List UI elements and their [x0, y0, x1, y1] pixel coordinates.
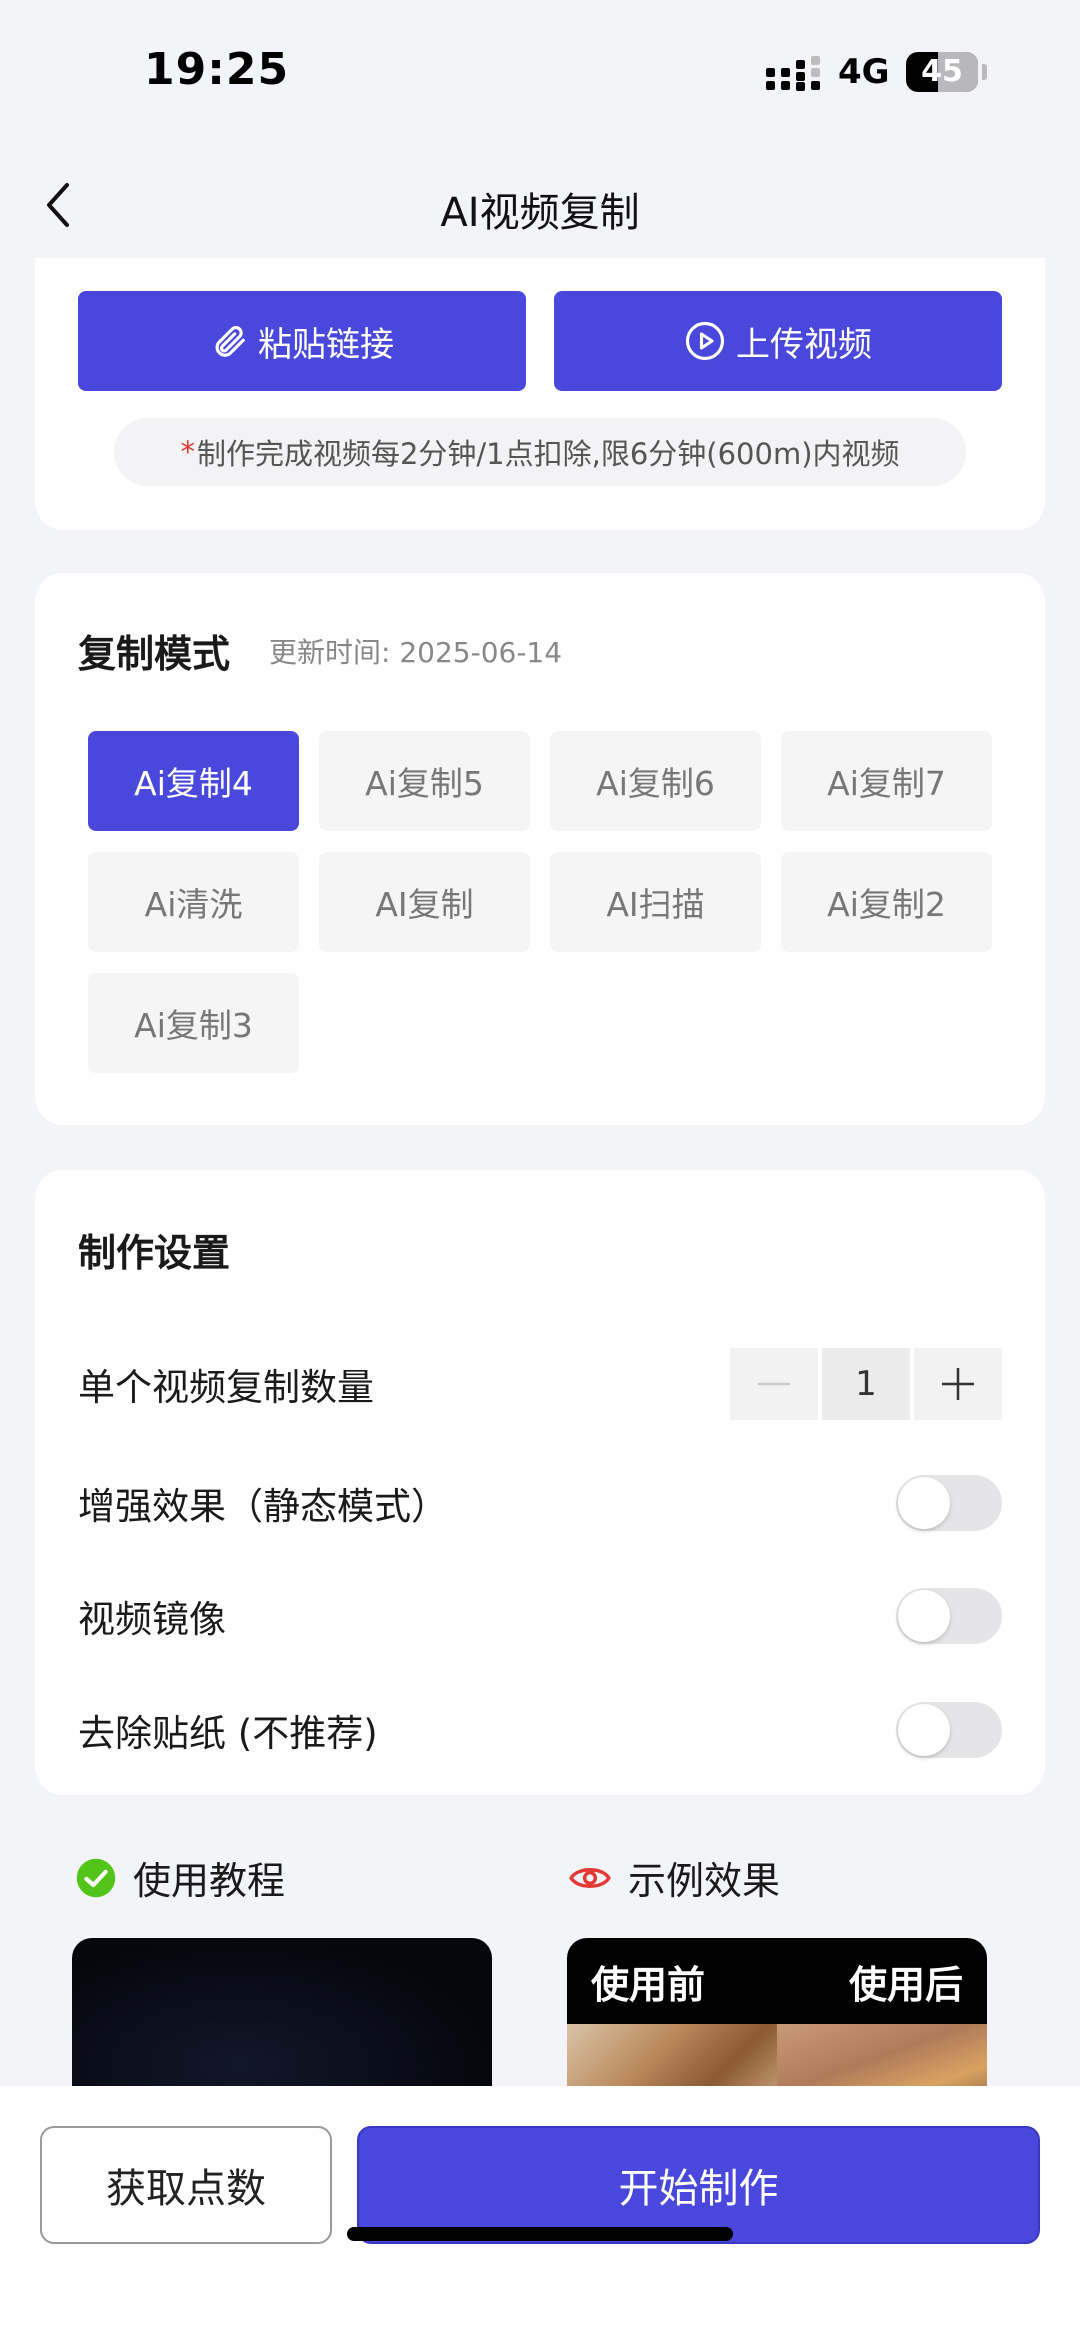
signal-icon [766, 56, 820, 91]
upload-video-label: 上传视频 [736, 324, 872, 365]
mode-option[interactable]: Ai复制2 [781, 852, 992, 952]
paste-link-button[interactable]: 粘贴链接 [78, 291, 526, 391]
copy-count-label: 单个视频复制数量 [78, 1366, 374, 1409]
quantity-value[interactable]: 1 [822, 1348, 910, 1420]
minus-icon [758, 1382, 790, 1386]
quantity-stepper: 1 [730, 1348, 1002, 1420]
remove-sticker-label: 去除贴纸 (不推荐) [78, 1712, 378, 1755]
example-thumbnail[interactable]: 使用前 使用后 [567, 1938, 987, 2098]
settings-card: 制作设置 单个视频复制数量 1 增强效果（静态模式） 视频镜像 去除贴纸 (不推… [35, 1170, 1045, 1795]
example-link[interactable]: 示例效果 [568, 1850, 780, 1905]
nav-bar: AI视频复制 [0, 150, 1080, 260]
notice-text: 制作完成视频每2分钟/1点扣除,限6分钟(600m)内视频 [196, 437, 900, 471]
remove-sticker-toggle[interactable] [896, 1702, 1002, 1758]
page-title: AI视频复制 [440, 190, 640, 236]
check-circle-icon [76, 1858, 116, 1897]
after-label: 使用后 [848, 1962, 963, 2007]
battery-percent: 45 [921, 54, 963, 89]
bottom-action-bar: 获取点数 开始制作 [0, 2086, 1080, 2341]
enhance-row: 增强效果（静态模式） [78, 1463, 1002, 1543]
decrement-button[interactable] [730, 1348, 818, 1420]
toggle-knob [898, 1590, 950, 1642]
paste-link-label: 粘贴链接 [258, 324, 394, 365]
plus-icon [942, 1368, 974, 1400]
upload-video-button[interactable]: 上传视频 [554, 291, 1002, 391]
mode-option[interactable]: Ai复制7 [781, 731, 992, 831]
tutorial-link[interactable]: 使用教程 [75, 1850, 285, 1905]
enhance-toggle[interactable] [896, 1475, 1002, 1531]
toggle-knob [898, 1704, 950, 1756]
upload-card: 粘贴链接 上传视频 * 制作完成视频每2分钟/1点扣除,限6分钟(600m)内视… [35, 258, 1045, 530]
battery-cap [982, 64, 987, 80]
mirror-label: 视频镜像 [78, 1598, 226, 1641]
eye-icon [569, 1867, 611, 1888]
home-indicator [347, 2227, 733, 2241]
tutorial-thumbnail[interactable] [72, 1938, 492, 2098]
mode-option[interactable]: AI复制 [319, 852, 530, 952]
update-time: 更新时间: 2025-06-14 [269, 636, 563, 669]
network-type: 4G [838, 52, 890, 92]
copy-mode-card: 复制模式 更新时间: 2025-06-14 Ai复制4 Ai复制5 Ai复制6 Ai复… [35, 573, 1045, 1125]
mode-option[interactable]: Ai清洗 [88, 852, 299, 952]
mode-option[interactable]: Ai复制3 [88, 973, 299, 1073]
usage-notice: * 制作完成视频每2分钟/1点扣除,限6分钟(600m)内视频 [114, 418, 966, 486]
get-points-button[interactable]: 获取点数 [40, 2126, 332, 2244]
enhance-label: 增强效果（静态模式） [78, 1485, 448, 1528]
mirror-row: 视频镜像 [78, 1576, 1002, 1656]
before-after-labels: 使用前 使用后 [567, 1938, 987, 2024]
status-bar: 19:25 4G 45 [0, 0, 1080, 150]
mode-option[interactable]: Ai复制5 [319, 731, 530, 831]
copy-mode-title: 复制模式 [78, 632, 231, 676]
increment-button[interactable] [914, 1348, 1002, 1420]
copy-count-row: 单个视频复制数量 1 [78, 1344, 1002, 1424]
status-time: 19:25 [144, 44, 290, 95]
tutorial-label: 使用教程 [133, 1859, 286, 1903]
mirror-toggle[interactable] [896, 1588, 1002, 1644]
remove-sticker-row: 去除贴纸 (不推荐) [78, 1690, 1002, 1770]
required-star: * [180, 435, 195, 469]
settings-title: 制作设置 [78, 1231, 231, 1275]
before-label: 使用前 [591, 1962, 706, 2007]
mode-option[interactable]: Ai复制6 [550, 731, 761, 831]
play-circle-icon [685, 321, 725, 361]
battery-icon: 45 [906, 52, 978, 92]
paperclip-icon [215, 326, 245, 357]
toggle-knob [898, 1477, 950, 1529]
example-label: 示例效果 [628, 1859, 781, 1903]
mode-option[interactable]: Ai复制4 [88, 731, 299, 831]
mode-option[interactable]: AI扫描 [550, 852, 761, 952]
mode-grid: Ai复制4 Ai复制5 Ai复制6 Ai复制7 Ai清洗 AI复制 AI扫描 Ai复制2 Ai复… [88, 731, 1000, 1073]
